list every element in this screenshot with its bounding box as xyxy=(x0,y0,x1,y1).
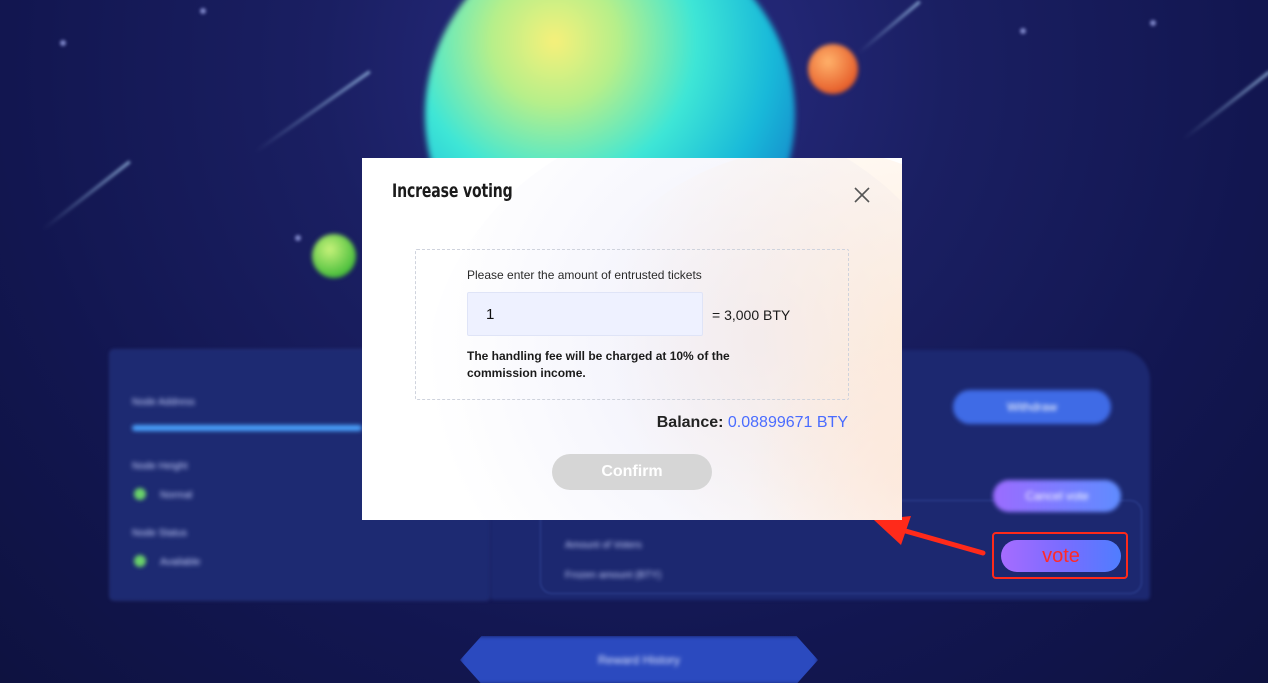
node-status-value: Available xyxy=(160,557,201,568)
ticket-amount-input[interactable] xyxy=(467,292,703,336)
vote-button[interactable]: vote xyxy=(1001,540,1121,572)
small-planet-orange xyxy=(808,44,858,94)
withdraw-label: Withdraw xyxy=(1006,400,1057,414)
star-decoration xyxy=(200,8,206,14)
star-decoration xyxy=(295,235,301,241)
close-icon[interactable] xyxy=(852,185,872,205)
status-dot-icon xyxy=(134,555,146,567)
balance-value: 0.08899671 BTY xyxy=(727,414,848,431)
balance-label: Balance: xyxy=(656,414,724,431)
vote-button-label: vote xyxy=(1042,544,1080,567)
voters-count-label: Amount of Voters xyxy=(565,540,642,551)
star-decoration xyxy=(1150,20,1156,26)
withdraw-button[interactable]: Withdraw xyxy=(953,390,1111,424)
ticket-amount-label: Please enter the amount of entrusted tic… xyxy=(467,268,702,282)
node-height-value: Normal xyxy=(160,490,193,501)
reward-history-label: Reward History xyxy=(597,653,681,667)
cancel-vote-label: Cancel vote xyxy=(1025,489,1089,503)
node-height-label: Node Height xyxy=(132,461,188,472)
meteor-decoration xyxy=(254,70,371,154)
confirm-button[interactable]: Confirm xyxy=(552,454,712,490)
small-planet-green xyxy=(312,234,356,278)
node-status-label: Node Status xyxy=(132,528,188,539)
handling-fee-note: The handling fee will be charged at 10% … xyxy=(467,349,730,380)
reward-history-button[interactable]: Reward History xyxy=(460,636,818,683)
node-address-label: Node Address xyxy=(132,397,195,408)
ticket-bty-equivalent: = 3,000 BTY xyxy=(712,307,791,323)
dialog-title: Increase voting xyxy=(392,180,513,202)
star-decoration xyxy=(60,40,66,46)
cancel-vote-button[interactable]: Cancel vote xyxy=(993,480,1121,512)
meteor-decoration xyxy=(1182,70,1268,141)
status-dot-icon xyxy=(134,488,146,500)
meteor-decoration xyxy=(857,0,921,55)
node-address-value xyxy=(132,425,362,431)
star-decoration xyxy=(1020,28,1026,34)
frozen-amount-label: Frozen amount (BTY) xyxy=(565,570,662,581)
balance-row: Balance: 0.08899671 BTY xyxy=(657,414,848,432)
increase-voting-dialog: Increase voting Please enter the amount … xyxy=(362,158,902,520)
meteor-decoration xyxy=(42,160,131,231)
